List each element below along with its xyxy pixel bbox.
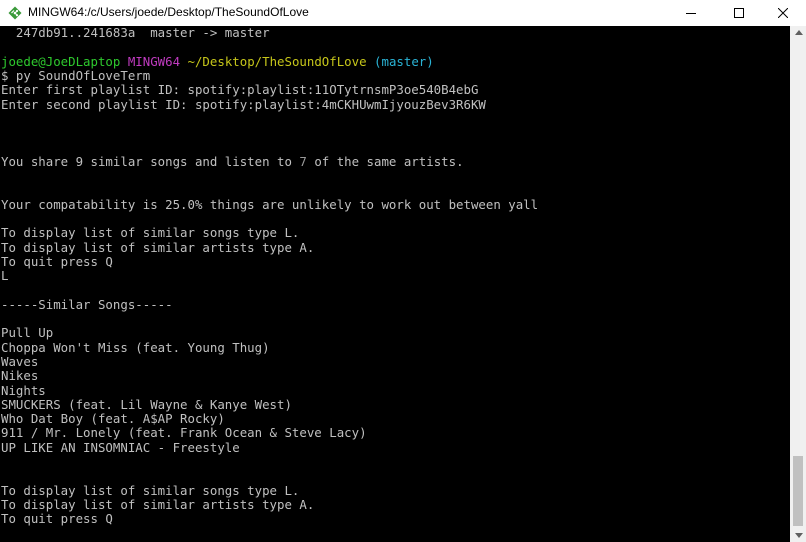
song-item: 911 / Mr. Lonely (feat. Frank Ocean & St… — [1, 425, 367, 441]
scrollbar-thumb[interactable] — [793, 456, 803, 526]
terminal-output[interactable]: 247db91..241683a master -> master joede@… — [0, 26, 790, 542]
scroll-up-arrow-icon[interactable] — [795, 30, 803, 35]
song-item: Nikes — [1, 368, 39, 384]
terminal-window: MINGW64:/c/Users/joede/Desktop/TheSoundO… — [0, 0, 806, 542]
menu-option-quit: To quit press Q — [1, 511, 113, 527]
share-text-after: of the same artists. — [306, 153, 464, 169]
menu-option-songs: To display list of similar songs type L. — [1, 482, 300, 498]
second-playlist-input: Enter second playlist ID: spotify:playli… — [1, 96, 486, 112]
song-item: UP LIKE AN INSOMNIAC - Freestyle — [1, 439, 240, 455]
vertical-scrollbar[interactable] — [790, 26, 806, 542]
git-bash-icon — [8, 6, 22, 20]
shell-prompt: joede@JoeDLaptop MINGW64 ~/Desktop/TheSo… — [1, 53, 434, 69]
menu-option-artists: To display list of similar artists type … — [1, 239, 315, 255]
song-item: Waves — [1, 353, 39, 369]
song-item: SMUCKERS (feat. Lil Wayne & Kanye West) — [1, 396, 292, 412]
song-item: Choppa Won't Miss (feat. Young Thug) — [1, 339, 270, 355]
minimize-icon — [686, 13, 696, 14]
menu-option-artists: To display list of similar artists type … — [1, 496, 315, 512]
git-push-output: 247db91..241683a master -> master — [1, 26, 270, 40]
shared-artist-count: 7 — [299, 153, 307, 169]
window-title: MINGW64:/c/Users/joede/Desktop/TheSoundO… — [28, 5, 309, 19]
prompt-shell: MINGW64 — [127, 53, 181, 69]
user-input: L — [1, 268, 9, 284]
prompt-path: ~/Desktop/TheSoundOfLove — [187, 53, 367, 69]
prompt-user-host: joede@JoeDLaptop — [1, 53, 121, 69]
command-line: $ py SoundOfLoveTerm — [1, 67, 151, 83]
close-icon — [778, 8, 788, 18]
maximize-button[interactable] — [716, 0, 762, 26]
title-bar[interactable]: MINGW64:/c/Users/joede/Desktop/TheSoundO… — [0, 0, 806, 26]
compatibility-result: Your compatability is 25.0% things are u… — [1, 196, 539, 212]
menu-option-songs: To display list of similar songs type L. — [1, 225, 300, 241]
scroll-down-arrow-icon[interactable] — [795, 533, 803, 538]
share-text-before: You share 9 similar songs and listen to — [1, 153, 300, 169]
close-button[interactable] — [760, 0, 806, 26]
song-item: Who Dat Boy (feat. A$AP Rocky) — [1, 411, 225, 427]
similar-songs-header: -----Similar Songs----- — [1, 296, 173, 312]
first-playlist-input: Enter first playlist ID: spotify:playlis… — [1, 82, 479, 98]
song-item: Pull Up — [1, 325, 54, 341]
menu-option-quit: To quit press Q — [1, 253, 113, 269]
maximize-icon — [734, 8, 744, 18]
song-item: Nights — [1, 382, 46, 398]
share-summary: You share 9 similar songs and listen to … — [1, 153, 464, 169]
prompt-branch: (master) — [374, 53, 434, 69]
minimize-button[interactable] — [668, 0, 714, 26]
